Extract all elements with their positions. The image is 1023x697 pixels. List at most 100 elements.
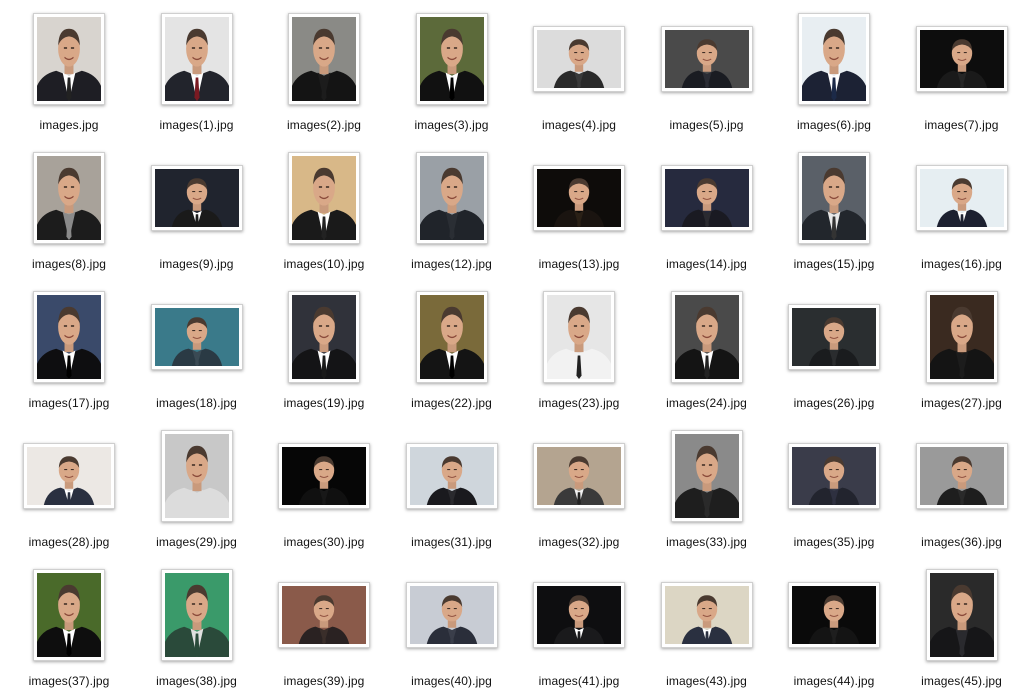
file-item[interactable]: images(8).jpg [5,139,133,278]
file-item[interactable]: images(37).jpg [5,556,133,695]
file-thumbnail-area[interactable] [133,148,261,248]
file-thumbnail-area[interactable] [133,9,261,109]
file-thumbnail-area[interactable] [5,9,133,109]
file-thumbnail-area[interactable] [898,148,1023,248]
file-thumbnail-area[interactable] [643,426,771,526]
file-thumbnail-area[interactable] [388,148,516,248]
file-thumbnail[interactable] [160,13,233,105]
file-thumbnail[interactable] [543,291,615,383]
file-thumbnail[interactable] [160,430,233,522]
file-thumbnail-area[interactable] [770,148,898,248]
file-thumbnail[interactable] [278,582,370,648]
file-thumbnail-area[interactable] [260,426,388,526]
file-thumbnail[interactable] [23,443,115,509]
file-item[interactable]: images(32).jpg [515,417,643,556]
file-thumbnail[interactable] [533,26,625,92]
file-thumbnail-area[interactable] [260,565,388,665]
file-thumbnail[interactable] [33,13,105,105]
file-thumbnail[interactable] [405,443,498,509]
file-thumbnail[interactable] [288,152,360,244]
file-thumbnail[interactable] [670,291,743,383]
file-thumbnail-area[interactable] [5,148,133,248]
file-thumbnail[interactable] [288,13,360,105]
file-thumbnail[interactable] [405,582,498,648]
file-thumbnail[interactable] [788,304,880,370]
file-item[interactable]: images(23).jpg [515,278,643,417]
file-item[interactable]: images(33).jpg [643,417,771,556]
file-item[interactable]: images(18).jpg [133,278,261,417]
file-item[interactable]: images(24).jpg [643,278,771,417]
file-item[interactable]: images(10).jpg [260,139,388,278]
file-thumbnail[interactable] [533,582,625,648]
file-thumbnail[interactable] [150,304,243,370]
file-thumbnail-area[interactable] [770,9,898,109]
file-item[interactable]: images(30).jpg [260,417,388,556]
file-item[interactable]: images(29).jpg [133,417,261,556]
file-item[interactable]: images(22).jpg [388,278,516,417]
file-thumbnail[interactable] [915,443,1008,509]
file-thumbnail[interactable] [160,569,233,661]
file-thumbnail[interactable] [925,569,998,661]
file-thumbnail-area[interactable] [5,287,133,387]
file-thumbnail[interactable] [278,443,370,509]
file-item[interactable]: images(3).jpg [388,0,516,139]
file-item[interactable]: images(6).jpg [770,0,898,139]
file-thumbnail[interactable] [660,165,753,231]
file-item[interactable]: images(4).jpg [515,0,643,139]
file-item[interactable]: images(5).jpg [643,0,771,139]
file-item[interactable]: images(14).jpg [643,139,771,278]
file-thumbnail[interactable] [415,152,488,244]
file-thumbnail[interactable] [788,443,880,509]
file-thumbnail-area[interactable] [898,565,1023,665]
file-item[interactable]: images(36).jpg [898,417,1023,556]
file-thumbnail[interactable] [33,152,105,244]
file-thumbnail-area[interactable] [388,426,516,526]
file-thumbnail-area[interactable] [133,565,261,665]
file-thumbnail-area[interactable] [643,9,771,109]
file-item[interactable]: images.jpg [5,0,133,139]
file-thumbnail-area[interactable] [388,565,516,665]
file-thumbnail-area[interactable] [260,148,388,248]
file-thumbnail-area[interactable] [643,148,771,248]
file-item[interactable]: images(44).jpg [770,556,898,695]
file-item[interactable]: images(38).jpg [133,556,261,695]
file-thumbnail[interactable] [788,582,880,648]
file-thumbnail-area[interactable] [643,565,771,665]
file-item[interactable]: images(35).jpg [770,417,898,556]
file-thumbnail[interactable] [660,26,753,92]
file-thumbnail-area[interactable] [515,9,643,109]
file-thumbnail[interactable] [925,291,998,383]
file-thumbnail-area[interactable] [515,287,643,387]
file-thumbnail-area[interactable] [770,565,898,665]
file-item[interactable]: images(40).jpg [388,556,516,695]
file-thumbnail[interactable] [670,430,743,522]
file-thumbnail[interactable] [33,291,105,383]
file-thumbnail-area[interactable] [515,565,643,665]
file-item[interactable]: images(13).jpg [515,139,643,278]
file-thumbnail-area[interactable] [898,426,1023,526]
file-item[interactable]: images(2).jpg [260,0,388,139]
file-item[interactable]: images(39).jpg [260,556,388,695]
file-thumbnail-area[interactable] [133,426,261,526]
file-thumbnail-area[interactable] [5,565,133,665]
file-thumbnail[interactable] [798,13,870,105]
file-thumbnail-area[interactable] [5,426,133,526]
file-item[interactable]: images(45).jpg [898,556,1023,695]
file-thumbnail-area[interactable] [898,287,1023,387]
file-thumbnail-area[interactable] [515,148,643,248]
file-thumbnail-area[interactable] [515,426,643,526]
file-thumbnail[interactable] [915,26,1008,92]
file-thumbnail[interactable] [798,152,870,244]
file-thumbnail[interactable] [415,13,488,105]
file-thumbnail-area[interactable] [770,426,898,526]
file-thumbnail-area[interactable] [388,287,516,387]
file-thumbnail-area[interactable] [643,287,771,387]
file-item[interactable]: images(1).jpg [133,0,261,139]
file-item[interactable]: images(12).jpg [388,139,516,278]
file-item[interactable]: images(27).jpg [898,278,1023,417]
file-thumbnail[interactable] [288,291,360,383]
file-thumbnail-area[interactable] [260,287,388,387]
file-thumbnail-area[interactable] [898,9,1023,109]
file-thumbnail-area[interactable] [388,9,516,109]
file-thumbnail-area[interactable] [260,9,388,109]
